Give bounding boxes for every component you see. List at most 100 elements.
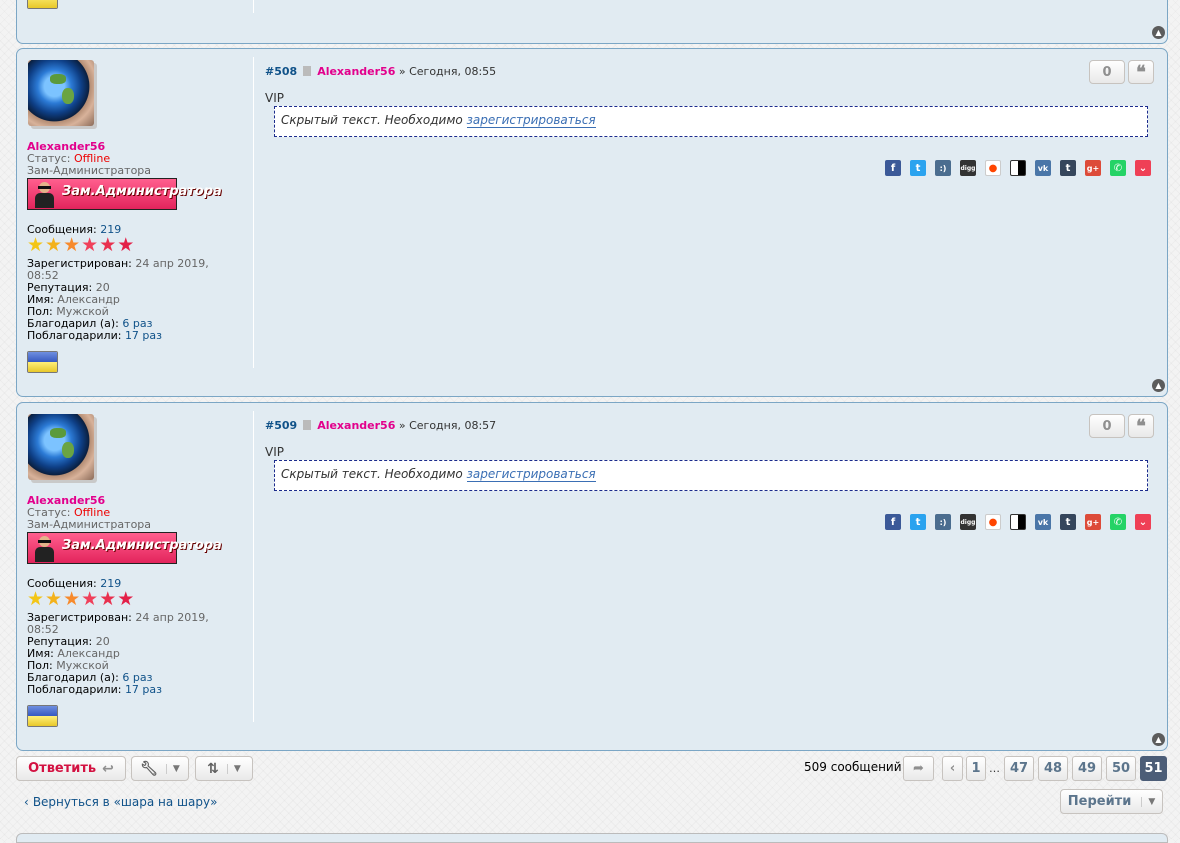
reaction-count-button[interactable]: 0 xyxy=(1089,414,1125,438)
page-47[interactable]: 47 xyxy=(1004,756,1034,781)
juick-icon[interactable]: :) xyxy=(935,514,951,530)
ukraine-flag-icon xyxy=(27,0,58,9)
rank-image: Зам.Администратора xyxy=(27,532,222,564)
registered-date: 24 апр 2019, xyxy=(135,611,209,624)
jump-to-button[interactable]: Перейти ▼ xyxy=(1060,789,1163,814)
rank-image: Зам.Администратора xyxy=(27,178,222,210)
was-thanked-label: Поблагодарили: xyxy=(27,683,122,696)
facebook-icon[interactable]: f xyxy=(885,160,901,176)
chevron-left-icon: ‹ xyxy=(24,795,29,809)
juick-icon[interactable]: :) xyxy=(935,160,951,176)
star-icon: ★ xyxy=(45,588,63,610)
post-document-icon xyxy=(303,66,312,76)
reply-button[interactable]: Ответить ↩ xyxy=(16,756,126,781)
wrench-icon: 🔧︎ xyxy=(140,760,158,777)
whatsapp-icon[interactable]: ✆ xyxy=(1110,514,1126,530)
quote-icon: ❝ xyxy=(1136,61,1146,83)
tumblr-icon[interactable]: t xyxy=(1060,514,1076,530)
pocket-icon[interactable]: ⌄ xyxy=(1135,514,1151,530)
share-bar: f t :) digg ● vk t g+ ✆ ⌄ xyxy=(885,160,1151,176)
post-document-icon xyxy=(303,420,312,430)
page-49[interactable]: 49 xyxy=(1072,756,1102,781)
twitter-icon[interactable]: t xyxy=(910,514,926,530)
post-divider xyxy=(253,57,254,368)
hidden-text: Скрытый текст. Необходимо xyxy=(281,467,463,481)
quote-icon: ❝ xyxy=(1136,415,1146,437)
avatar[interactable] xyxy=(28,414,94,480)
hidden-content-box: Скрытый текст. Необходимо зарегистрирова… xyxy=(274,460,1148,491)
star-icon: ★ xyxy=(117,234,135,256)
tumblr-icon[interactable]: t xyxy=(1060,160,1076,176)
was-thanked-label: Поблагодарили: xyxy=(27,329,122,342)
post-body-label: VIP xyxy=(265,91,284,105)
digg-icon[interactable]: digg xyxy=(960,160,976,176)
pagination-ellipsis: … xyxy=(989,762,1000,775)
footer-panel xyxy=(16,833,1168,843)
vk-icon[interactable]: vk xyxy=(1035,514,1051,530)
page-51-current[interactable]: 51 xyxy=(1140,756,1167,781)
back-to-top-icon[interactable]: ▲ xyxy=(1152,379,1165,392)
digg-icon[interactable]: digg xyxy=(960,514,976,530)
delicious-icon[interactable] xyxy=(1010,514,1026,530)
pocket-icon[interactable]: ⌄ xyxy=(1135,160,1151,176)
user-profile: Alexander56 Статус: Offline Зам-Админист… xyxy=(27,141,237,373)
post-divider xyxy=(253,0,254,13)
chevron-left-icon: ‹ xyxy=(949,761,956,776)
was-thanked-value[interactable]: 17 раз xyxy=(125,683,162,696)
whatsapp-icon[interactable]: ✆ xyxy=(1110,160,1126,176)
vk-icon[interactable]: vk xyxy=(1035,160,1051,176)
agent-icon xyxy=(34,535,54,563)
twitter-icon[interactable]: t xyxy=(910,160,926,176)
google-plus-icon[interactable]: g+ xyxy=(1085,514,1101,530)
share-arrow-icon: ➦ xyxy=(913,761,924,776)
user-profile: Alexander56 Статус: Offline Зам-Админист… xyxy=(27,495,237,727)
reaction-count-button[interactable]: 0 xyxy=(1089,60,1125,84)
register-link[interactable]: зарегистрироваться xyxy=(466,113,596,128)
star-icon: ★ xyxy=(99,588,117,610)
post-divider xyxy=(253,411,254,722)
page-50[interactable]: 50 xyxy=(1106,756,1136,781)
jump-label: Перейти xyxy=(1067,794,1132,809)
avatar[interactable] xyxy=(28,60,94,126)
star-icon: ★ xyxy=(81,234,99,256)
was-thanked-value[interactable]: 17 раз xyxy=(125,329,162,342)
google-plus-icon[interactable]: g+ xyxy=(1085,160,1101,176)
action-bar: Ответить ↩ 🔧︎ ▼ ⇅ ▼ 509 сообщений ➦ ‹ 1 … xyxy=(16,756,1168,782)
sort-button[interactable]: ⇅ ▼ xyxy=(195,756,253,781)
post-author-link[interactable]: Alexander56 xyxy=(317,65,395,78)
page-1[interactable]: 1 xyxy=(966,756,986,781)
back-to-top-icon[interactable]: ▲ xyxy=(1152,26,1165,39)
chevron-down-icon: ▼ xyxy=(1141,796,1155,807)
jump-to-page-button[interactable]: ➦ xyxy=(903,756,934,781)
previous-page-button[interactable]: ‹ xyxy=(942,756,963,781)
post-number-link[interactable]: #508 xyxy=(265,65,297,78)
star-icon: ★ xyxy=(81,588,99,610)
register-link[interactable]: зарегистрироваться xyxy=(466,467,596,482)
reddit-icon[interactable]: ● xyxy=(985,514,1001,530)
quote-button[interactable]: ❝ xyxy=(1128,60,1154,84)
post-509: Alexander56 Статус: Offline Зам-Админист… xyxy=(16,402,1168,751)
post-date: Сегодня, 08:57 xyxy=(409,419,497,432)
post-count: 509 сообщений xyxy=(804,760,902,774)
delicious-icon[interactable] xyxy=(1010,160,1026,176)
quote-button[interactable]: ❝ xyxy=(1128,414,1154,438)
back-to-forum-link[interactable]: ‹ Вернуться в «шара на шару» xyxy=(24,795,217,809)
chevron-down-icon: ▼ xyxy=(165,763,180,774)
post-author-link[interactable]: Alexander56 xyxy=(317,419,395,432)
separator: » xyxy=(398,419,406,432)
page-48[interactable]: 48 xyxy=(1038,756,1068,781)
post-number-link[interactable]: #509 xyxy=(265,419,297,432)
star-icon: ★ xyxy=(63,234,81,256)
user-group: Зам-Администратора xyxy=(27,164,152,177)
post-date: Сегодня, 08:55 xyxy=(409,65,497,78)
facebook-icon[interactable]: f xyxy=(885,514,901,530)
topic-tools-button[interactable]: 🔧︎ ▼ xyxy=(131,756,189,781)
star-icon: ★ xyxy=(117,588,135,610)
back-to-top-icon[interactable]: ▲ xyxy=(1152,733,1165,746)
post-508: Alexander56 Статус: Offline Зам-Админист… xyxy=(16,48,1168,397)
hidden-text: Скрытый текст. Необходимо xyxy=(281,113,463,127)
star-icon: ★ xyxy=(99,234,117,256)
reddit-icon[interactable]: ● xyxy=(985,160,1001,176)
rank-stars: ★ ★ ★ ★ ★ ★ xyxy=(27,588,237,610)
post-body-label: VIP xyxy=(265,445,284,459)
